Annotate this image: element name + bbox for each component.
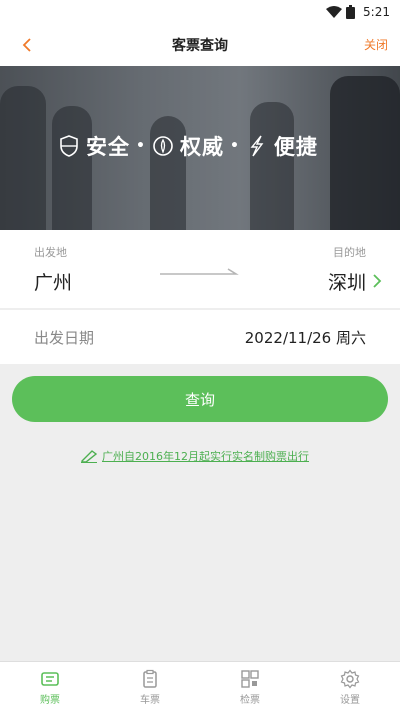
slogan-separator: •	[229, 138, 240, 154]
slogan-separator: •	[136, 138, 146, 154]
to-city-field[interactable]: 深圳	[328, 268, 366, 295]
tab-label: 设置	[340, 694, 360, 706]
nav-bar: 客票查询 关闭	[0, 24, 400, 66]
lightning-icon	[246, 134, 268, 158]
slogan-convenient: 便捷	[246, 131, 318, 161]
battery-icon	[346, 5, 356, 19]
status-time: 5:21	[363, 5, 390, 19]
date-value[interactable]: 2022/11/26 周六	[245, 327, 366, 348]
tab-settings[interactable]: 设置	[300, 662, 400, 711]
arrow-right-icon[interactable]	[158, 264, 240, 278]
gear-icon	[340, 669, 360, 689]
notice-text[interactable]: 广州自2016年12月起实行实名制购票出行	[102, 448, 309, 464]
qrcode-icon	[240, 669, 260, 689]
pencil-icon	[80, 449, 98, 463]
ticket-icon	[40, 669, 60, 689]
badge-icon	[152, 134, 174, 158]
slogan-authority: 权威	[152, 131, 224, 161]
tab-tickets[interactable]: 车票	[100, 662, 200, 711]
tab-label: 车票	[140, 694, 160, 706]
tab-label: 购票	[40, 694, 60, 706]
from-label: 出发地	[34, 246, 67, 259]
date-label: 出发日期	[34, 329, 95, 347]
tab-check-in[interactable]: 检票	[200, 662, 300, 711]
close-button[interactable]: 关闭	[364, 36, 388, 53]
slogan-convenient-text: 便捷	[273, 135, 318, 159]
tab-buy-ticket[interactable]: 购票	[0, 662, 100, 711]
to-label: 目的地	[333, 246, 366, 259]
date-row[interactable]: 出发日期 2022/11/26 周六	[0, 310, 400, 364]
slogan-authority-text: 权威	[179, 135, 224, 159]
banner-image: 安全 • 权威 • 便捷	[0, 66, 400, 230]
route-card: 出发地 目的地 广州 深圳	[0, 230, 400, 308]
tab-label: 检票	[240, 694, 260, 706]
status-bar: 5:21	[0, 0, 400, 24]
chevron-right-icon[interactable]	[372, 273, 382, 288]
query-button[interactable]: 查询	[12, 376, 388, 422]
from-city-field[interactable]: 广州	[34, 268, 72, 295]
clipboard-icon	[140, 669, 160, 689]
chevron-left-icon[interactable]	[14, 32, 40, 58]
bottom-tab-bar: 购票 车票 检票 设置	[0, 661, 400, 711]
page-title: 客票查询	[172, 38, 228, 54]
slogan-safe-text: 安全	[86, 135, 130, 159]
wifi-icon	[326, 6, 343, 18]
shield-icon	[58, 134, 80, 158]
banner-slogan: 安全 • 权威 • 便捷	[58, 128, 318, 164]
slogan-safe: 安全	[58, 131, 130, 161]
real-name-notice-link[interactable]: 广州自2016年12月起实行实名制购票出行	[80, 447, 309, 465]
